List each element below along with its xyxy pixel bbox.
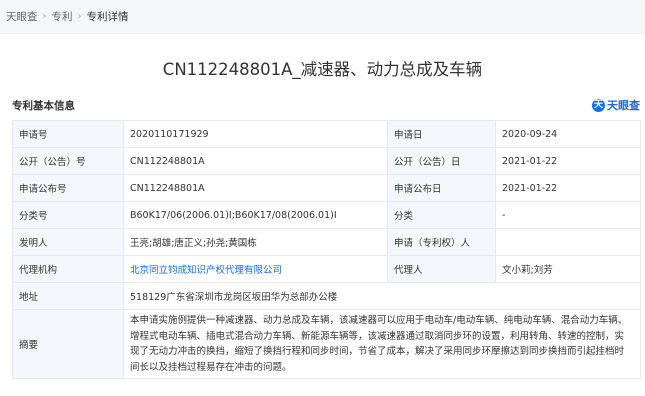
field-value: 518129广东省深圳市龙岗区坂田华为总部办公楼: [123, 282, 641, 310]
field-value: 2020-09-24: [495, 120, 641, 148]
table-row: 公开（公告）号 CN112248801A 公开（公告）日 2021-01-22: [12, 147, 641, 175]
field-value: 2020110171929: [123, 120, 388, 148]
table-row: 申请号 2020110171929 申请日 2020-09-24: [12, 120, 641, 148]
field-value: 文小莉;刘芳: [495, 255, 641, 283]
field-label: 申请号: [12, 120, 124, 148]
field-label: 地址: [12, 282, 124, 310]
section-header: 专利基本信息 天 天眼查: [12, 95, 640, 115]
field-label: 公开（公告）日: [387, 147, 496, 175]
table-row: 摘要 本申请实施例提供一种减速器、动力总成及车辆，该减速器可以应用于电动车/电动…: [12, 309, 641, 379]
table-row: 申请公布号 CN112248801A 申请公布日 2021-01-22: [12, 174, 641, 202]
field-label: 申请公布日: [387, 174, 496, 202]
field-label: 申请日: [387, 120, 496, 148]
field-value: CN112248801A: [123, 147, 388, 175]
field-label: 公开（公告）号: [12, 147, 124, 175]
breadcrumb-patent-link[interactable]: 专利: [52, 9, 73, 24]
field-value: 2021-01-22: [495, 147, 641, 175]
field-label: 申请公布号: [12, 174, 124, 202]
section-title: 专利基本信息: [12, 99, 75, 112]
tianyancha-logo-icon: 天: [592, 98, 605, 112]
field-label: 申请（专利权）人: [387, 228, 496, 256]
field-value: B60K17/06(2006.01)I;B60K17/08(2006.01)I: [123, 201, 388, 229]
breadcrumb: 天眼查 › 专利 › 专利详情: [0, 0, 645, 34]
field-label: 分类: [387, 201, 496, 229]
breadcrumb-home-link[interactable]: 天眼查: [6, 9, 38, 24]
field-value: -: [495, 201, 641, 229]
abstract-text: 本申请实施例提供一种减速器、动力总成及车辆，该减速器可以应用于电动车/电动车辆、…: [123, 309, 641, 379]
field-label: 摘要: [12, 309, 124, 379]
field-label: 发明人: [12, 228, 124, 256]
table-row: 地址 518129广东省深圳市龙岗区坂田华为总部办公楼: [12, 282, 641, 310]
breadcrumb-separator-icon: ›: [42, 11, 47, 22]
brand-logo[interactable]: 天 天眼查: [592, 97, 640, 113]
field-label: 分类号: [12, 201, 124, 229]
table-row: 分类号 B60K17/06(2006.01)I;B60K17/08(2006.0…: [12, 201, 641, 229]
page-title: CN112248801A_减速器、动力总成及车辆: [162, 60, 483, 79]
field-value: [495, 228, 641, 256]
table-row: 代理机构 北京同立钧成知识产权代理有限公司 代理人 文小莉;刘芳: [12, 255, 641, 283]
field-label: 代理机构: [12, 255, 124, 283]
field-label: 代理人: [387, 255, 496, 283]
agency-link[interactable]: 北京同立钧成知识产权代理有限公司: [123, 255, 388, 283]
breadcrumb-current: 专利详情: [86, 11, 129, 23]
field-value: CN112248801A: [123, 174, 388, 202]
field-value: 2021-01-22: [495, 174, 641, 202]
table-row: 发明人 王亮;胡雄;唐正义;孙尧;黄国栋 申请（专利权）人: [12, 228, 641, 256]
patent-info-table: 申请号 2020110171929 申请日 2020-09-24 公开（公告）号…: [12, 120, 641, 379]
field-value: 王亮;胡雄;唐正义;孙尧;黄国栋: [123, 228, 388, 256]
brand-label: 天眼查: [607, 99, 640, 112]
breadcrumb-separator-icon: ›: [77, 11, 82, 22]
